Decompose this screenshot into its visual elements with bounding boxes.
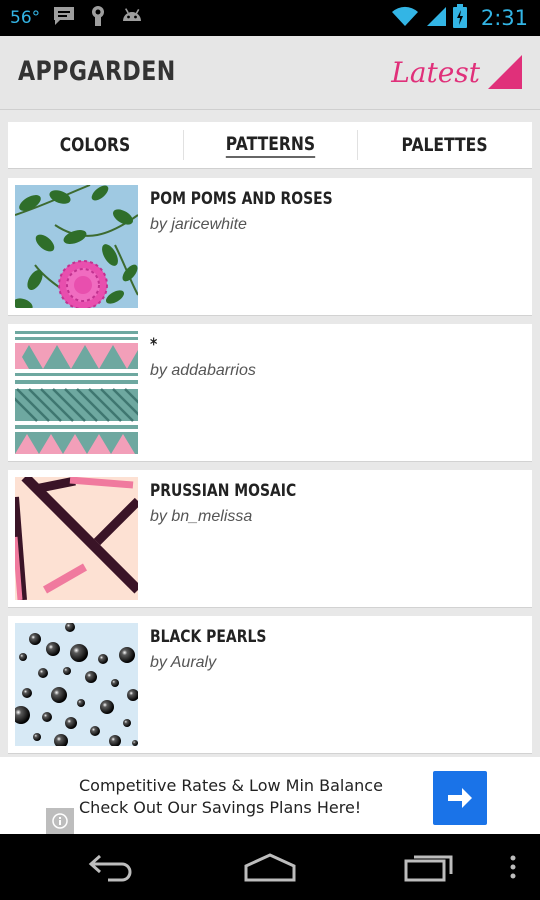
wifi-icon [391, 5, 419, 32]
ad-line-1: Competitive Rates & Low Min Balance [79, 776, 383, 795]
ad-go-button[interactable] [433, 771, 487, 825]
app-title: APPGARDEN [18, 56, 176, 87]
mosaic-pattern-thumbnail [15, 477, 138, 600]
pattern-author: by jaricewhite [150, 216, 247, 233]
android-icon [120, 6, 144, 31]
pattern-author: by Auraly [150, 654, 217, 671]
striped-triangle-pattern-thumbnail [15, 331, 138, 454]
sort-label: Latest [391, 55, 480, 89]
ad-line-2: Check Out Our Savings Plans Here! [79, 798, 362, 817]
main-content: COLORS PATTERNS PALETTES POM POMS AND RO… [0, 110, 540, 834]
tab-patterns[interactable]: PATTERNS [182, 122, 358, 168]
system-nav-bar [0, 834, 540, 900]
home-icon[interactable] [244, 852, 296, 887]
floral-pattern-thumbnail [15, 185, 138, 308]
pattern-card[interactable]: BLACK PEARLS by Auraly [8, 616, 532, 754]
ad-banner[interactable]: Competitive Rates & Low Min Balance Chec… [0, 757, 540, 834]
temperature-indicator: 56° [10, 8, 41, 28]
pattern-title: BLACK PEARLS [150, 627, 267, 647]
info-icon[interactable] [46, 808, 74, 834]
pattern-title: * [150, 335, 158, 355]
back-icon[interactable] [88, 852, 136, 887]
menu-icon[interactable] [509, 852, 517, 887]
pattern-author: by bn_melissa [150, 508, 253, 525]
pattern-card[interactable]: POM POMS AND ROSES by jaricewhite [8, 178, 532, 316]
signal-icon [425, 5, 447, 32]
usb-debug-icon [88, 5, 108, 32]
pattern-card[interactable]: PRUSSIAN MOSAIC by bn_melissa [8, 470, 532, 608]
message-icon [52, 6, 76, 31]
tab-label: PATTERNS [225, 133, 315, 158]
status-bar: 56° 2:31 [0, 0, 540, 36]
pattern-title: PRUSSIAN MOSAIC [150, 481, 297, 501]
tab-label: PALETTES [401, 134, 488, 156]
category-tabs: COLORS PATTERNS PALETTES [8, 122, 532, 169]
tab-palettes[interactable]: PALETTES [357, 122, 532, 168]
pattern-author: by addabarrios [150, 362, 256, 379]
ad-text: Competitive Rates & Low Min Balance Chec… [79, 775, 383, 819]
tab-colors[interactable]: COLORS [8, 122, 183, 168]
recent-apps-icon[interactable] [404, 852, 454, 887]
clock: 2:31 [480, 6, 528, 30]
pattern-card[interactable]: * by addabarrios [8, 324, 532, 462]
dropdown-corner-icon [488, 55, 522, 89]
app-bar: APPGARDEN Latest [0, 36, 540, 110]
pearls-pattern-thumbnail [15, 623, 138, 746]
arrow-right-icon [448, 788, 472, 808]
pattern-title: POM POMS AND ROSES [150, 189, 333, 209]
sort-dropdown[interactable]: Latest [391, 52, 522, 92]
battery-charging-icon [452, 3, 467, 33]
tab-label: COLORS [60, 134, 131, 156]
